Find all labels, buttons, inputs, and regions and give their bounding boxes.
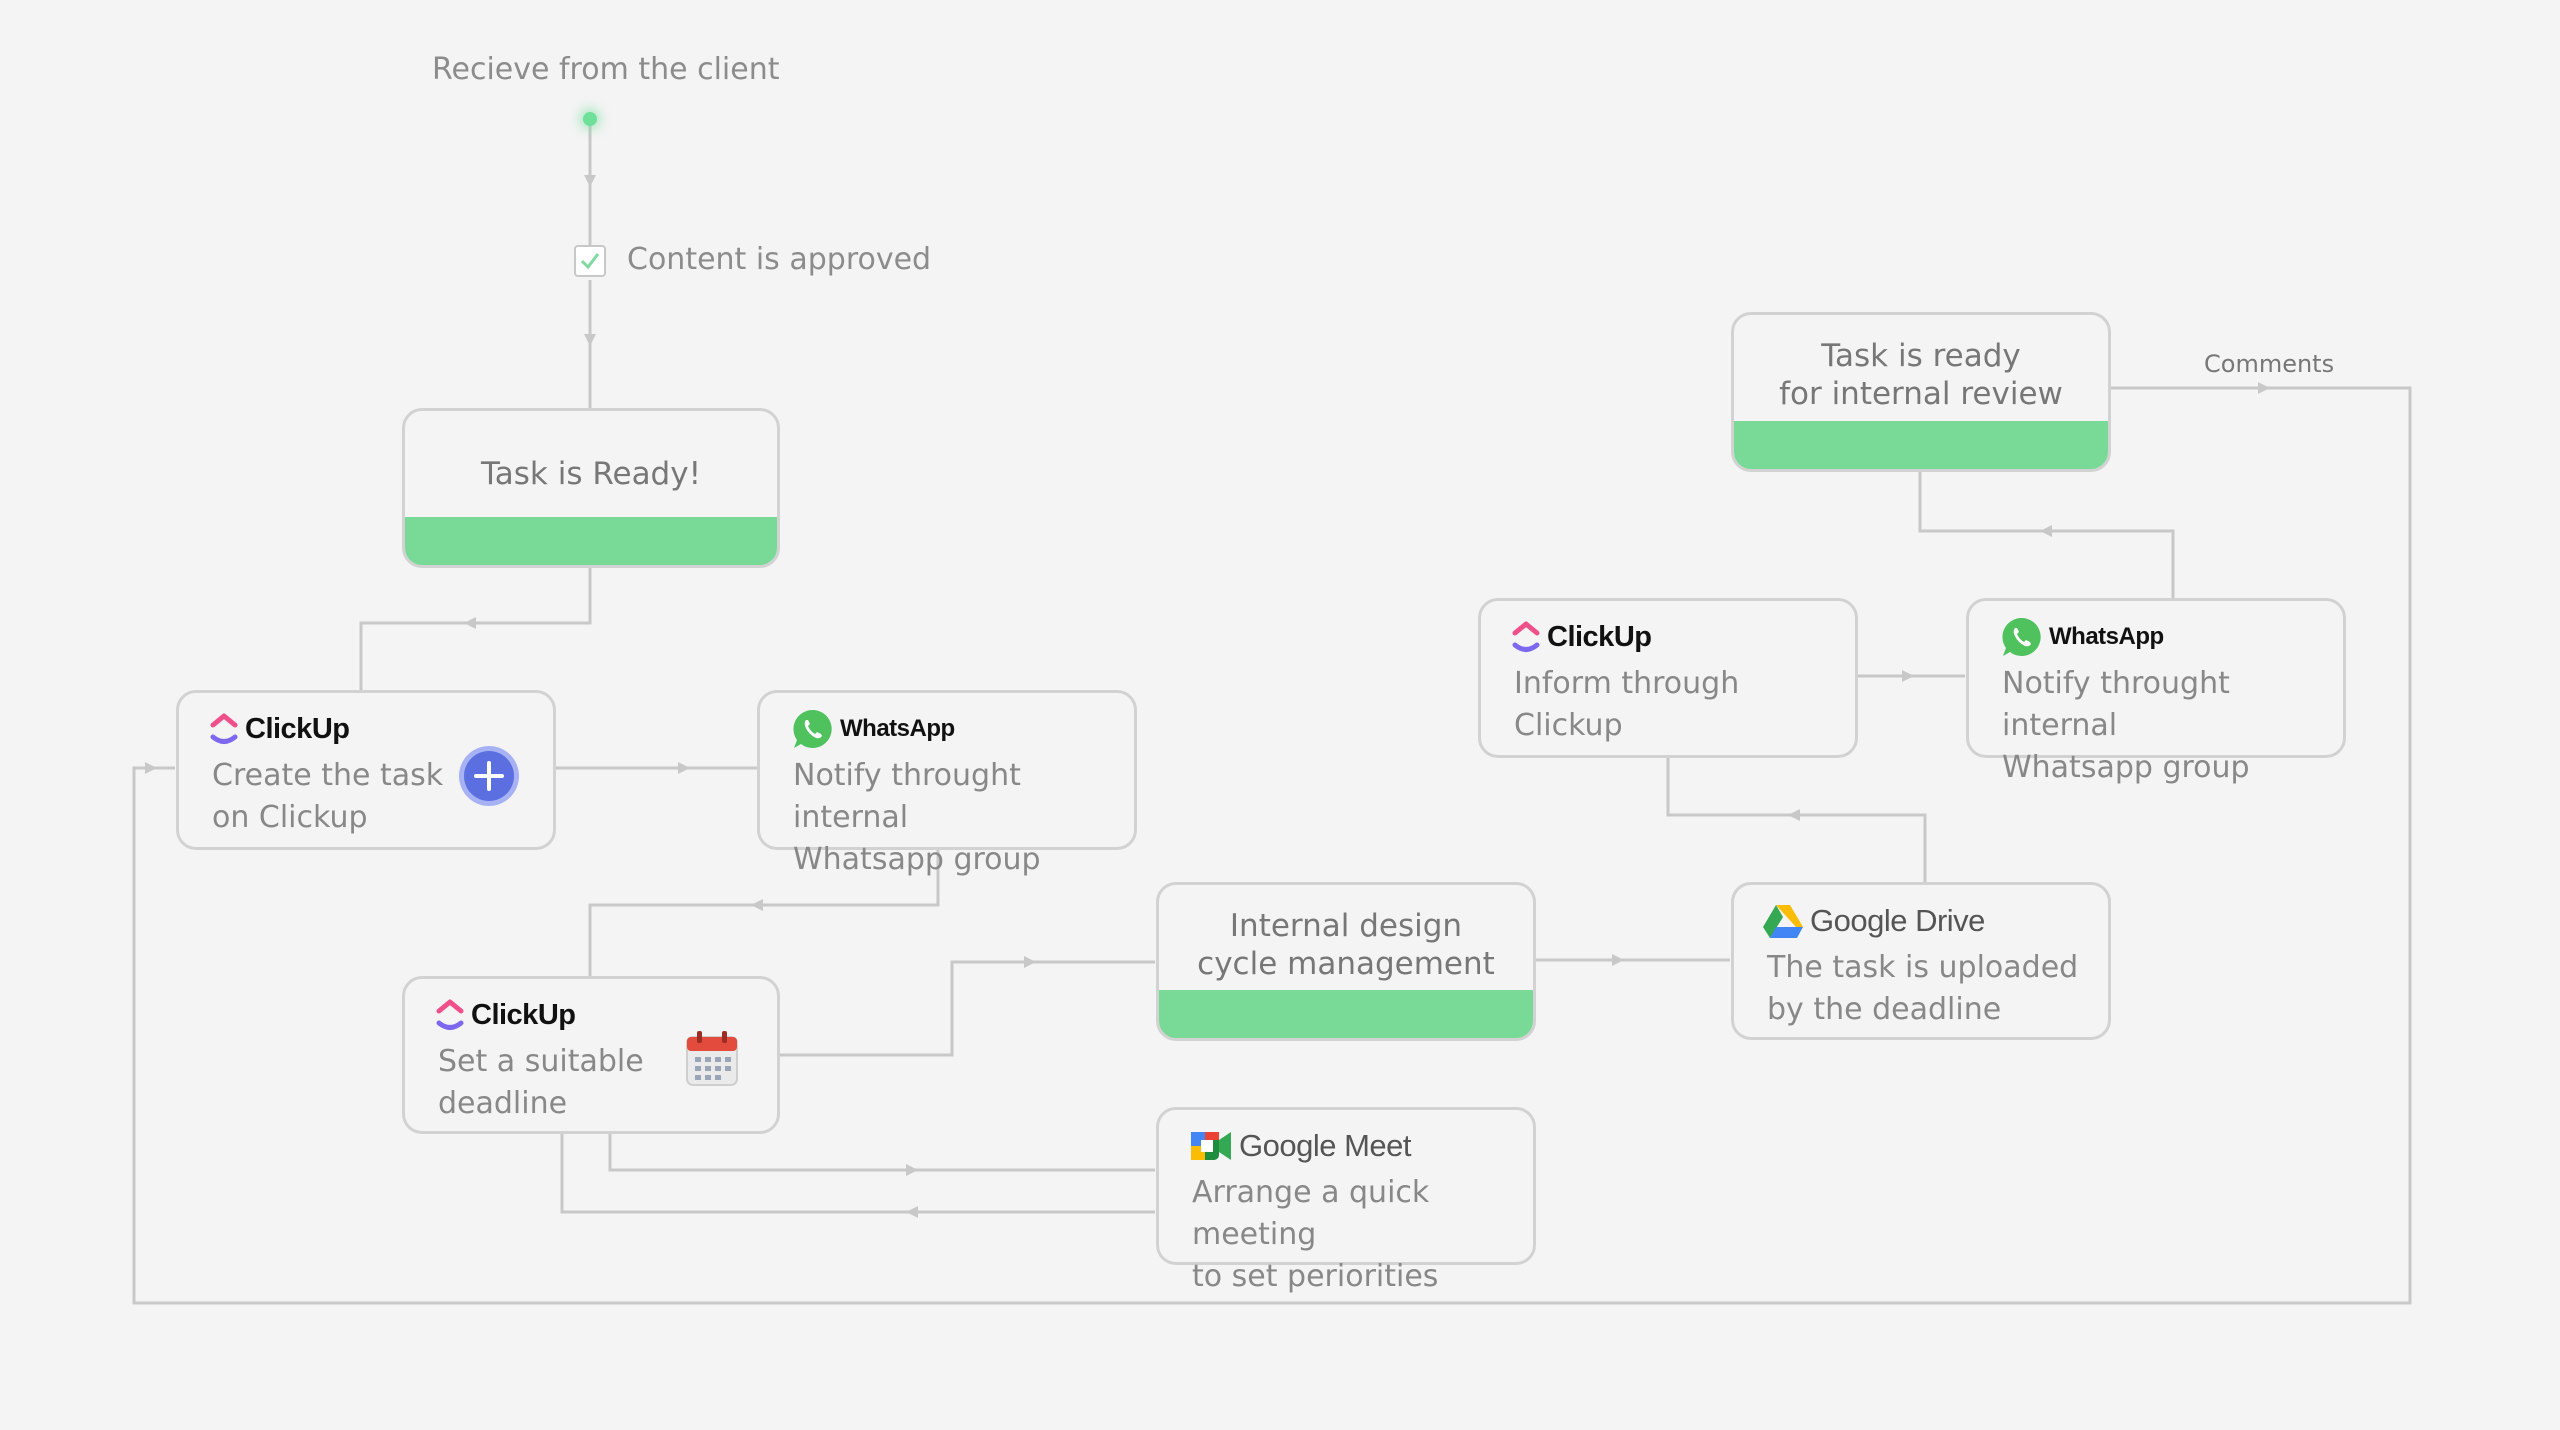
notify-whatsapp-card-2[interactable]: WhatsApp Notify throught internal Whatsa…: [1966, 598, 2346, 785]
approved-label: Content is approved: [627, 242, 932, 277]
comments-label: Comments: [2204, 350, 2335, 378]
clickup-logo-icon: [1512, 621, 1540, 652]
whatsapp-logo-icon: [793, 709, 832, 748]
status-bar: [1159, 990, 1533, 1038]
create-task-card[interactable]: ClickUp Create the task on Clickup: [176, 690, 556, 850]
status-bar: [1734, 421, 2108, 469]
brand-name: ClickUp: [245, 712, 350, 745]
brand: Google Meet: [1189, 1126, 1412, 1166]
notify-whatsapp-card[interactable]: WhatsApp Notify throught internal Whatsa…: [757, 690, 1137, 877]
node-title: Task is Ready!: [480, 456, 702, 492]
whatsapp-logo-icon: [2002, 617, 2041, 656]
clickup-logo-icon: [436, 999, 464, 1030]
brand: ClickUp: [1511, 617, 1652, 657]
status-bar: [405, 517, 777, 565]
brand: WhatsApp: [792, 709, 955, 749]
card-text: Create the task on Clickup: [212, 758, 444, 835]
brand-name: ClickUp: [471, 998, 576, 1031]
task-ready-node[interactable]: Task is Ready!: [402, 408, 780, 568]
card-text: Arrange a quick meeting to set perioriti…: [1192, 1175, 1439, 1294]
brand: ClickUp: [209, 709, 350, 749]
set-deadline-card[interactable]: ClickUp Set a suitable deadline: [402, 976, 780, 1134]
start-label: Recieve from the client: [432, 52, 780, 87]
clickup-logo-icon: [210, 713, 238, 744]
inform-clickup-card[interactable]: ClickUp Inform through Clickup: [1478, 598, 1858, 758]
node-title: Internal design cycle management: [1197, 908, 1495, 982]
quick-meeting-card[interactable]: Google Meet Arrange a quick meeting to s…: [1156, 1107, 1536, 1294]
card-text: The task is uploaded by the deadline: [1767, 950, 2079, 1027]
card-text: Set a suitable deadline: [438, 1044, 644, 1121]
brand-name: WhatsApp: [2049, 623, 2164, 650]
card-text: Notify throught internal Whatsapp group: [2002, 666, 2250, 785]
brand-name: Google Meet: [1239, 1128, 1412, 1163]
node-title: Task is ready for internal review: [1779, 338, 2063, 412]
brand: ClickUp: [435, 995, 576, 1035]
google-meet-logo-icon: [1191, 1132, 1231, 1160]
card-text: Inform through Clickup: [1514, 666, 1740, 743]
card-text: Notify throught internal Whatsapp group: [793, 758, 1041, 877]
brand: WhatsApp: [2001, 617, 2164, 657]
brand-name: Google Drive: [1810, 903, 1985, 938]
brand: Google Drive: [1762, 901, 1985, 941]
design-cycle-node[interactable]: Internal design cycle management: [1156, 882, 1536, 1041]
start-point: [583, 112, 597, 126]
brand-name: WhatsApp: [840, 715, 955, 742]
google-drive-logo-icon: [1763, 905, 1803, 938]
plus-circle-icon[interactable]: [456, 743, 522, 809]
upload-drive-card[interactable]: Google Drive The task is uploaded by the…: [1731, 882, 2111, 1040]
calendar-icon: [686, 1031, 738, 1086]
brand-name: ClickUp: [1547, 620, 1652, 653]
internal-review-node[interactable]: Task is ready for internal review: [1731, 312, 2111, 472]
checkbox-icon: [574, 245, 606, 277]
